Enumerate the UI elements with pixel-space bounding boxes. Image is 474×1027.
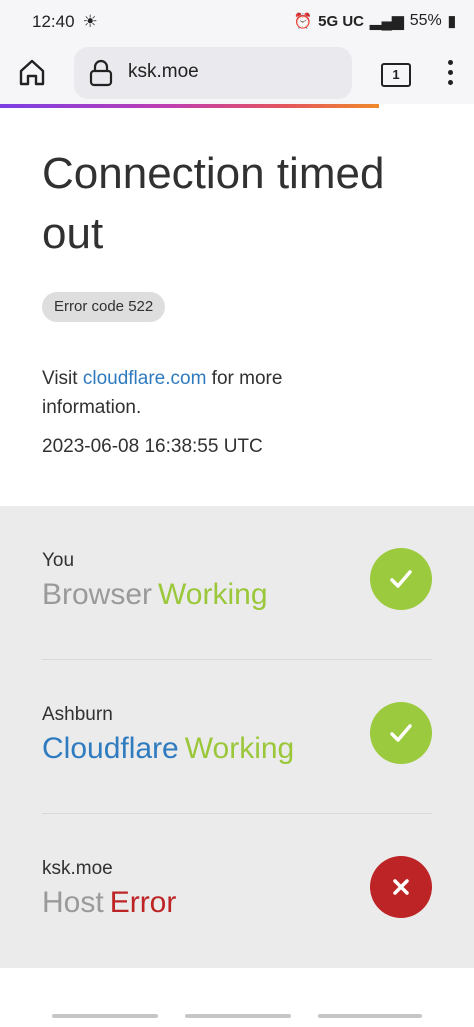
nav-bar-handle	[318, 1014, 422, 1018]
status-row-browser: You Browser Working	[42, 506, 432, 660]
node-location: You	[42, 550, 75, 571]
more-menu-button[interactable]	[442, 60, 458, 88]
close-icon	[393, 879, 409, 895]
battery-percent: 55%	[409, 12, 442, 29]
node-service: Cloudflare Working	[42, 732, 294, 766]
working-status-icon	[370, 548, 432, 610]
nav-bar-handle	[52, 1014, 158, 1018]
working-status-icon	[370, 702, 432, 764]
node-name: Browser	[42, 578, 153, 611]
node-service: Host Error	[42, 886, 176, 920]
node-status: Error	[109, 886, 177, 919]
node-location: Ashburn	[42, 704, 113, 725]
browser-toolbar: ksk.moe 1	[0, 44, 474, 104]
node-name: Host	[42, 886, 104, 919]
status-row-host: ksk.moe Host Error	[42, 814, 432, 968]
checkmark-icon	[390, 570, 412, 588]
error-status-icon	[370, 856, 432, 918]
sun-icon: ☀	[82, 12, 98, 31]
node-location: ksk.moe	[42, 858, 113, 879]
error-code-badge: Error code 522	[42, 292, 166, 322]
visit-text: Visit cloudflare.com for more informatio…	[42, 364, 342, 422]
clock: 12:40	[32, 12, 75, 31]
url-text: ksk.moe	[128, 61, 199, 82]
home-button[interactable]	[16, 56, 48, 88]
signal-icon: ▂▄▆	[370, 13, 404, 30]
status-bar: 12:40 ☀ ⏰ 5G UC ▂▄▆ 55% ▮	[0, 0, 474, 44]
network-label: 5G UC	[318, 12, 364, 30]
node-status: Working	[184, 732, 295, 765]
dot-icon	[447, 60, 453, 65]
status-bar-left: 12:40 ☀	[32, 12, 98, 32]
status-row-cloudflare: Ashburn Cloudflare Working	[42, 660, 432, 814]
alarm-icon: ⏰	[293, 13, 313, 30]
connection-status-section: You Browser Working Ashburn Cloudflare Wor…	[0, 506, 474, 968]
dot-icon	[447, 70, 453, 75]
error-content: Connection timed out Error code 522 Visi…	[0, 108, 474, 506]
visit-prefix: Visit	[42, 368, 83, 389]
status-bar-right: ⏰ 5G UC ▂▄▆ 55% ▮	[293, 12, 456, 30]
lock-icon	[89, 59, 113, 87]
home-icon	[19, 59, 45, 86]
bottom-area	[0, 968, 474, 1027]
address-bar[interactable]: ksk.moe	[74, 47, 352, 99]
dot-icon	[447, 80, 453, 85]
page-title: Connection timed out	[42, 149, 385, 258]
node-status: Working	[158, 578, 268, 611]
node-service: Browser Working	[42, 578, 268, 612]
nav-bar-handle	[185, 1014, 291, 1018]
checkmark-icon	[390, 724, 412, 742]
tab-switcher-button[interactable]: 1	[381, 63, 411, 87]
cloudflare-link[interactable]: cloudflare.com	[83, 368, 207, 389]
timestamp: 2023-06-08 16:38:55 UTC	[42, 436, 263, 457]
battery-icon: ▮	[447, 13, 456, 30]
node-name: Cloudflare	[42, 732, 179, 765]
